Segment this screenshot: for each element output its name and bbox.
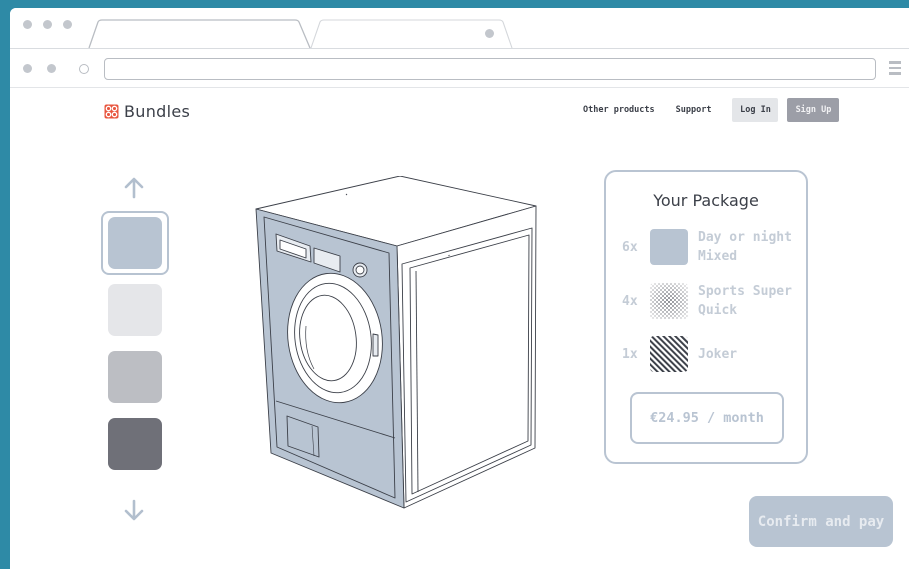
- top-nav: Other products Support Log In Sign Up: [583, 98, 840, 122]
- nav-support[interactable]: Support: [676, 105, 712, 115]
- package-item-name: Day or night Mixed: [698, 230, 792, 264]
- swatch-blue-grey[interactable]: [108, 217, 162, 269]
- package-item-qty: 6x: [622, 239, 638, 255]
- arrow-up-icon[interactable]: [122, 176, 146, 200]
- package-item-qty: 4x: [622, 293, 638, 309]
- price-button[interactable]: €24.95 / month: [630, 392, 784, 444]
- arrow-down-icon[interactable]: [122, 498, 146, 522]
- brand-logo[interactable]: Bundles: [104, 102, 190, 121]
- nav-other-products[interactable]: Other products: [583, 105, 655, 115]
- solid-swatch-icon: [650, 229, 688, 265]
- tab-1-shape: [88, 19, 311, 49]
- tab-bar: [10, 8, 909, 49]
- forward-icon[interactable]: [47, 64, 56, 73]
- package-item-name: Joker: [698, 346, 738, 362]
- swatch-light-grey[interactable]: [108, 284, 162, 336]
- browser-window: Bundles Other products Support Log In Si…: [10, 8, 909, 569]
- reload-icon[interactable]: [79, 64, 89, 74]
- dots-pattern-icon: [650, 283, 688, 319]
- tab-2[interactable]: [310, 19, 516, 49]
- window-maximize-dot[interactable]: [63, 20, 72, 29]
- bundles-logo-icon: [104, 104, 119, 119]
- brand-name: Bundles: [124, 102, 191, 121]
- stripes-pattern-icon: [650, 336, 688, 372]
- package-title: Your Package: [653, 191, 759, 210]
- back-icon[interactable]: [23, 64, 32, 73]
- washing-machine-image: [255, 176, 537, 509]
- package-item-name: Sports Super Quick: [698, 284, 792, 318]
- tab-2-close-icon[interactable]: [485, 29, 494, 38]
- package-item-sports: 4x Sports Super Quick: [622, 282, 798, 320]
- login-button[interactable]: Log In: [732, 98, 779, 122]
- tab-1[interactable]: [88, 19, 314, 49]
- package-item-day-or-night: 6x Day or night Mixed: [622, 228, 798, 266]
- signup-button[interactable]: Sign Up: [787, 98, 840, 122]
- window-close-dot[interactable]: [23, 20, 32, 29]
- window-minimize-dot[interactable]: [43, 20, 52, 29]
- package-item-qty: 1x: [622, 346, 638, 362]
- address-bar: [10, 48, 909, 88]
- package-panel: Your Package 6x Day or night Mixed 4x Sp…: [604, 170, 808, 464]
- package-item-joker: 1x Joker: [622, 336, 798, 372]
- swatch-grey[interactable]: [108, 351, 162, 403]
- url-input[interactable]: [104, 58, 876, 80]
- browser-menu-icon[interactable]: [889, 61, 901, 77]
- confirm-and-pay-button[interactable]: Confirm and pay: [749, 496, 893, 547]
- swatch-dark-grey[interactable]: [108, 418, 162, 470]
